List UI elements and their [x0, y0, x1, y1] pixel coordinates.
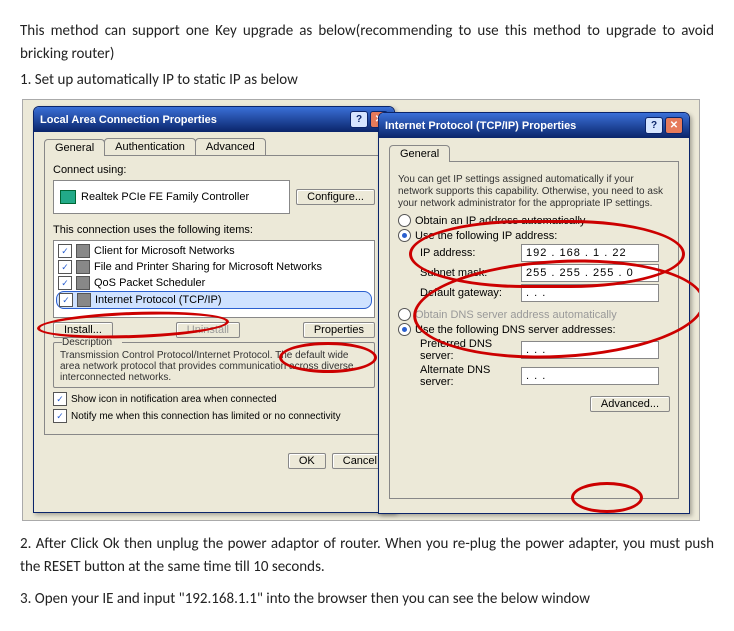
- radio-obtain-ip[interactable]: Obtain an IP address automatically: [398, 214, 670, 227]
- help-icon[interactable]: ?: [350, 111, 368, 128]
- subnet-mask-label: Subnet mask:: [420, 267, 515, 279]
- preferred-dns-label: Preferred DNS server:: [420, 338, 515, 362]
- screenshot-panel: Local Area Connection Properties ? ✕ Gen…: [22, 99, 700, 521]
- install-button[interactable]: Install...: [53, 322, 113, 338]
- components-listbox[interactable]: ✓Client for Microsoft Networks ✓File and…: [53, 240, 375, 318]
- title-lan: Local Area Connection Properties: [40, 114, 217, 126]
- tab-general-tcp[interactable]: General: [389, 145, 450, 162]
- dialog-buttons-tcp: OK Cancel: [379, 507, 689, 514]
- advanced-button[interactable]: Advanced...: [590, 396, 670, 412]
- properties-button[interactable]: Properties: [303, 322, 375, 338]
- service-icon: [76, 276, 90, 290]
- step-2: 2. After Click Ok then unplug the power …: [20, 533, 714, 578]
- title-tcp: Internet Protocol (TCP/IP) Properties: [385, 120, 576, 132]
- list-item-tcpip: ✓Internet Protocol (TCP/IP): [56, 291, 372, 309]
- preferred-dns-field[interactable]: . . .: [521, 341, 659, 359]
- description-text: Transmission Control Protocol/Internet P…: [60, 350, 368, 383]
- list-item: ✓File and Printer Sharing for Microsoft …: [56, 259, 372, 275]
- step-3: 3. Open your IE and input "192.168.1.1" …: [20, 588, 714, 611]
- ip-address-field[interactable]: 192 . 168 . 1 . 22: [521, 244, 659, 262]
- window-lan-properties: Local Area Connection Properties ? ✕ Gen…: [33, 106, 395, 513]
- network-adapter-icon: [60, 190, 76, 204]
- titlebar-lan[interactable]: Local Area Connection Properties ? ✕: [34, 107, 394, 132]
- help-icon[interactable]: ?: [645, 117, 663, 134]
- items-label: This connection uses the following items…: [53, 224, 375, 236]
- adapter-name: Realtek PCIe FE Family Controller: [81, 191, 249, 203]
- titlebar-tcp[interactable]: Internet Protocol (TCP/IP) Properties ? …: [379, 113, 689, 138]
- alternate-dns-label: Alternate DNS server:: [420, 364, 515, 388]
- checkbox-icon[interactable]: ✓: [58, 244, 72, 258]
- step-1: 1. Set up automatically IP to static IP …: [20, 71, 714, 89]
- service-icon: [76, 260, 90, 274]
- tab-advanced[interactable]: Advanced: [195, 138, 266, 155]
- tab-authentication[interactable]: Authentication: [104, 138, 196, 155]
- ip-fields-group: IP address: 192 . 168 . 1 . 22 Subnet mas…: [420, 244, 670, 302]
- radio-use-ip[interactable]: Use the following IP address:: [398, 229, 670, 242]
- client-icon: [76, 244, 90, 258]
- configure-button[interactable]: Configure...: [296, 189, 375, 205]
- notify-label: Notify me when this connection has limit…: [71, 411, 341, 422]
- tcp-intro-text: You can get IP settings assigned automat…: [398, 174, 670, 210]
- checkbox-icon[interactable]: ✓: [58, 260, 72, 274]
- radio-obtain-dns: Obtain DNS server address automatically: [398, 308, 670, 321]
- adapter-field: Realtek PCIe FE Family Controller: [53, 180, 290, 214]
- checkbox-icon[interactable]: ✓: [58, 276, 72, 290]
- close-icon[interactable]: ✕: [665, 117, 683, 134]
- show-icon-label: Show icon in notification area when conn…: [71, 394, 277, 405]
- radio-use-dns[interactable]: Use the following DNS server addresses:: [398, 323, 670, 336]
- default-gateway-label: Default gateway:: [420, 287, 515, 299]
- description-label: Description: [62, 337, 122, 348]
- window-tcpip-properties: Internet Protocol (TCP/IP) Properties ? …: [378, 112, 690, 514]
- list-item: ✓Client for Microsoft Networks: [56, 243, 372, 259]
- checkbox-icon[interactable]: ✓: [59, 293, 73, 307]
- checkbox-notify[interactable]: ✓: [53, 409, 67, 423]
- dns-fields-group: Preferred DNS server: . . . Alternate DN…: [420, 338, 670, 388]
- default-gateway-field[interactable]: . . .: [521, 284, 659, 302]
- tab-general[interactable]: General: [44, 139, 105, 156]
- list-item: ✓QoS Packet Scheduler: [56, 275, 372, 291]
- alternate-dns-field[interactable]: . . .: [521, 367, 659, 385]
- subnet-mask-field[interactable]: 255 . 255 . 255 . 0: [521, 264, 659, 282]
- ok-button[interactable]: OK: [288, 453, 326, 469]
- description-group: Description Transmission Control Protoco…: [53, 342, 375, 388]
- ip-address-label: IP address:: [420, 247, 515, 259]
- protocol-icon: [77, 293, 91, 307]
- checkbox-show-icon[interactable]: ✓: [53, 392, 67, 406]
- connect-using-label: Connect using:: [53, 164, 375, 176]
- intro-text: This method can support one Key upgrade …: [20, 20, 714, 65]
- dialog-buttons-lan: OK Cancel: [34, 443, 394, 479]
- uninstall-button: Uninstall: [176, 322, 240, 338]
- tabs-lan: General Authentication Advanced: [44, 138, 384, 155]
